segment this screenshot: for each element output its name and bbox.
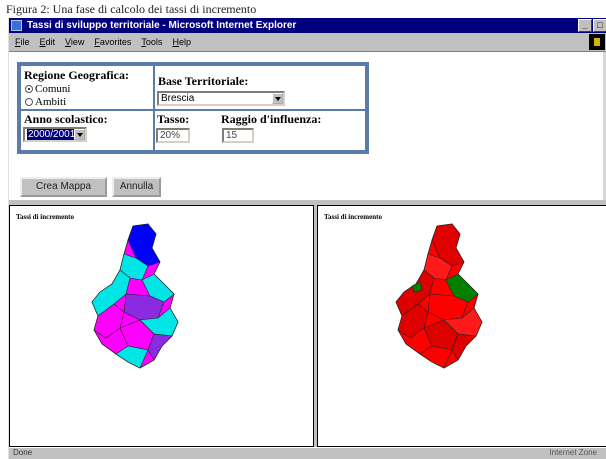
raggio-label: Raggio d'influenza: [221,112,322,126]
status-bar: Done Internet Zone [9,447,606,459]
regione-label: Regione Geografica: [24,68,129,82]
title-bar: Tassi di sviluppo territoriale - Microso… [9,18,606,33]
anno-label: Anno scolastico: [24,112,108,126]
base-label: Base Territoriale: [158,74,249,88]
left-frame-title: Tassi di incremento [16,213,74,221]
chevron-down-icon[interactable] [74,129,85,140]
radio-comuni[interactable]: Comuni [25,83,70,95]
menu-bar: File Edit View Favorites Tools Help [9,33,606,51]
radio-comuni-label: Comuni [35,83,71,95]
menu-favorites[interactable]: Favorites [94,37,131,47]
windows-logo-icon [589,34,605,50]
chevron-down-icon[interactable] [272,93,283,104]
crea-mappa-button[interactable]: Crea Mappa [20,177,107,197]
radio-comuni-button[interactable] [25,85,33,93]
anno-select[interactable]: 2000/2001 [23,127,87,142]
base-cell: Base Territoriale: Brescia [154,65,366,110]
tasso-raggio-cell: Tasso: 20% Raggio d'influenza: 15 [154,110,366,151]
maps-area: Tassi di incremento Tassi di incremento [9,200,606,447]
raggio-input[interactable]: 15 [222,128,254,143]
menu-help[interactable]: Help [172,37,191,47]
right-frame-title: Tassi di incremento [324,213,382,221]
parameters-panel: Regione Geografica: Comuni Ambiti Base T… [17,62,369,154]
window-controls: _ □ [578,19,606,32]
radio-ambiti-button[interactable] [25,98,33,106]
menu-edit[interactable]: Edit [40,37,56,47]
regione-cell: Regione Geografica: Comuni Ambiti [20,65,154,110]
tasso-input[interactable]: 20% [156,128,190,143]
menu-tools[interactable]: Tools [141,37,162,47]
menu-view[interactable]: View [65,37,84,47]
figure-caption: Figura 2: Una fase di calcolo dei tassi … [0,0,606,18]
ie-window: Tassi di sviluppo territoriale - Microso… [8,18,606,459]
window-title: Tassi di sviluppo territoriale - Microso… [27,20,297,31]
radio-ambiti[interactable]: Ambiti [25,96,66,108]
status-text: Done [13,448,33,457]
anno-cell: Anno scolastico: 2000/2001 [20,110,154,151]
maximize-button[interactable]: □ [593,19,606,32]
anno-select-value: 2000/2001 [27,129,77,140]
menu-file[interactable]: File [15,37,30,47]
annulla-button[interactable]: Annulla [112,177,161,197]
ie-logo-icon [11,20,22,31]
base-select-value: Brescia [161,93,195,104]
zone-indicator: Internet Zone [549,448,597,457]
brescia-increment-map-right [395,223,483,369]
left-map-frame: Tassi di incremento [9,205,314,447]
right-map-frame: Tassi di incremento [317,205,606,447]
base-select[interactable]: Brescia [157,91,285,106]
tasso-label: Tasso: [157,112,190,126]
minimize-button[interactable]: _ [578,19,592,32]
radio-ambiti-label: Ambiti [35,96,67,108]
form-frame: Regione Geografica: Comuni Ambiti Base T… [9,51,606,201]
brescia-increment-map-left [91,223,179,369]
